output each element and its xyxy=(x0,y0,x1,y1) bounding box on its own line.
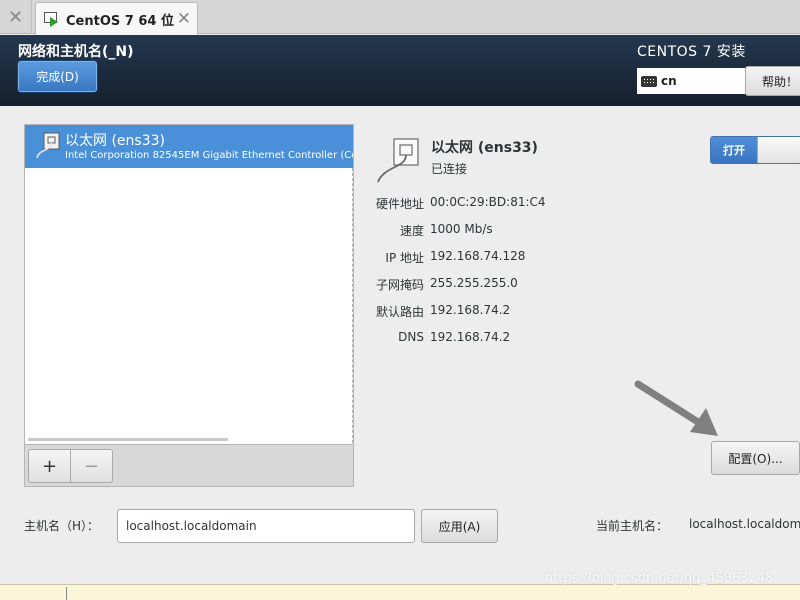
vm-icon xyxy=(44,11,60,27)
property-label: DNS xyxy=(398,330,424,344)
divider xyxy=(66,587,67,600)
device-list: 以太网 (ens33) Intel Corporation 82545EM Gi… xyxy=(25,125,353,445)
property-label: 硬件地址 xyxy=(375,197,424,211)
property-label: 子网掩码 xyxy=(375,278,424,292)
property-default-route: 默认路由 192.168.74.2 xyxy=(360,303,760,321)
hostname-input[interactable] xyxy=(117,509,415,543)
divider xyxy=(352,168,353,443)
device-name: 以太网 (ens33) xyxy=(65,133,165,149)
property-ip-address: IP 地址 192.168.74.128 xyxy=(360,249,760,267)
annotation-arrow-icon xyxy=(634,380,718,436)
ethernet-icon xyxy=(377,138,419,183)
property-label: 速度 xyxy=(399,224,424,238)
horizontal-scrollbar[interactable] xyxy=(28,438,228,441)
device-toolbar: + − xyxy=(25,444,353,486)
page-title: 网络和主机名(_N) xyxy=(18,44,134,60)
property-hardware-address: 硬件地址 00:0C:29:BD:81:C4 xyxy=(360,195,760,213)
done-button[interactable]: 完成(D) xyxy=(18,61,97,92)
current-hostname-label: 当前主机名： xyxy=(596,519,669,533)
property-dns: DNS 192.168.74.2 xyxy=(360,330,760,348)
property-value: 1000 Mb/s xyxy=(430,222,493,236)
tab-vm[interactable]: CentOS 7 64 位 ✕ xyxy=(35,2,198,35)
ethernet-icon xyxy=(36,132,60,159)
apply-button[interactable]: 应用(A) xyxy=(421,509,498,543)
device-row-ens33[interactable]: 以太网 (ens33) Intel Corporation 82545EM Gi… xyxy=(25,125,353,168)
property-value: 192.168.74.2 xyxy=(430,330,511,344)
remove-device-button[interactable]: − xyxy=(70,449,113,483)
connection-status: 已连接 xyxy=(431,162,468,176)
device-list-panel: 以太网 (ens33) Intel Corporation 82545EM Gi… xyxy=(24,124,354,487)
help-button[interactable]: 帮助！ xyxy=(745,66,800,96)
header-bar: 网络和主机名(_N) 完成(D) CENTOS 7 安装 cn 帮助！ xyxy=(0,35,800,106)
add-device-button[interactable]: + xyxy=(28,449,71,483)
configure-button[interactable]: 配置(O)... xyxy=(711,441,800,475)
property-label: 默认路由 xyxy=(375,305,424,319)
property-speed: 速度 1000 Mb/s xyxy=(360,222,760,240)
keyboard-layout-label: cn xyxy=(661,74,677,88)
property-value: 00:0C:29:BD:81:C4 xyxy=(430,195,546,209)
device-description: Intel Corporation 82545EM Gigabit Ethern… xyxy=(65,150,353,161)
tab-close-icon[interactable]: ✕ xyxy=(177,9,191,29)
tab-bar: ✕ CentOS 7 64 位 ✕ xyxy=(0,0,800,35)
connection-toggle[interactable]: 打开 xyxy=(710,136,800,164)
close-icon[interactable]: ✕ xyxy=(0,0,32,34)
tab-title: CentOS 7 64 位 xyxy=(66,13,174,29)
property-value: 192.168.74.2 xyxy=(430,303,511,317)
keyboard-layout-indicator[interactable]: cn xyxy=(637,68,745,94)
current-hostname-value: localhost.localdomain xyxy=(689,517,800,531)
detail-device-name: 以太网 (ens33) xyxy=(431,140,538,156)
toggle-knob xyxy=(757,137,800,163)
product-title: CENTOS 7 安装 xyxy=(637,44,746,60)
watermark: https://blog.csdn.net/qq_45863248 xyxy=(545,571,774,586)
toggle-on-label: 打开 xyxy=(711,137,757,163)
status-strip xyxy=(0,584,800,600)
hostname-label: 主机名（H）： xyxy=(24,519,100,533)
keyboard-icon xyxy=(641,75,657,87)
property-label: IP 地址 xyxy=(385,251,424,265)
property-subnet-mask: 子网掩码 255.255.255.0 xyxy=(360,276,760,294)
property-value: 255.255.255.0 xyxy=(430,276,518,290)
property-value: 192.168.74.128 xyxy=(430,249,526,263)
